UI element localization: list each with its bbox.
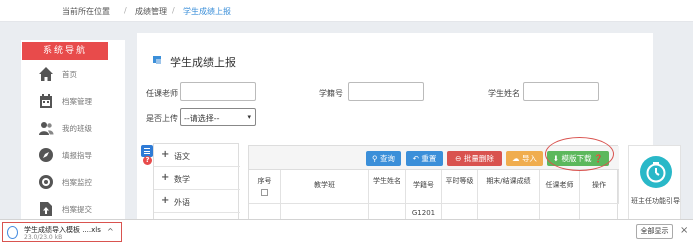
- subject-item-math[interactable]: + 数学: [154, 167, 240, 190]
- file-download-icon: [7, 226, 18, 239]
- highlight-annotation: [545, 137, 614, 171]
- guide-label: 班主任功能引导: [631, 197, 680, 205]
- plus-icon: +: [161, 172, 170, 183]
- teacher-input[interactable]: [180, 82, 256, 101]
- sidebar-item-label: 档案提交: [62, 205, 92, 214]
- download-file-size: 23.0/23.0 kB: [24, 234, 63, 241]
- student-name-input[interactable]: [523, 82, 599, 101]
- users-icon: [39, 122, 54, 135]
- file-upload-icon: [40, 202, 52, 216]
- minus-circle-icon: ⊖: [455, 154, 464, 163]
- header-class: 教学班: [281, 170, 369, 204]
- calendar-icon: [40, 94, 52, 108]
- breadcrumb-item-score-management[interactable]: 成绩管理: [135, 6, 167, 17]
- sidebar-item-home[interactable]: 首页: [21, 64, 125, 84]
- close-icon[interactable]: ×: [680, 225, 688, 236]
- home-icon: [39, 67, 53, 81]
- chevron-down-icon: ▾: [247, 113, 251, 121]
- query-button[interactable]: ⚲ 查询: [366, 151, 401, 166]
- page-title: 学生成绩上报: [170, 56, 236, 69]
- sidebar-title: 系统导航: [22, 42, 108, 60]
- uploaded-label: 是否上传: [146, 114, 178, 123]
- search-icon: ⚲: [372, 154, 380, 163]
- uploaded-select[interactable]: --请选择-- ▾: [180, 108, 256, 126]
- cloud-upload-icon: ☁: [512, 154, 522, 163]
- header-index: 序号: [249, 170, 281, 204]
- table-header: 序号 教学班 学生姓名 学籍号 平时等级 期末/结课成绩 任课老师 操作: [249, 170, 619, 204]
- student-id-input[interactable]: [348, 82, 424, 101]
- header-final-score: 期末/结课成绩: [478, 170, 540, 204]
- compass-icon: [39, 148, 53, 162]
- header-actions: 操作: [580, 170, 619, 204]
- student-name-label: 学生姓名: [488, 89, 520, 98]
- download-item[interactable]: 学生成绩导入模板 ....xls 23.0/23.0 kB ^: [2, 222, 122, 242]
- breadcrumb-location: 当前所在位置: [62, 7, 110, 16]
- show-all-button[interactable]: 全部显示: [636, 224, 673, 239]
- batch-delete-button[interactable]: ⊖ 批量删除: [447, 151, 502, 166]
- subject-list: + 语文 + 数学 + 外语: [153, 143, 240, 223]
- teacher-label: 任课老师: [146, 89, 178, 98]
- sidebar-item-archive-management[interactable]: 档案管理: [21, 91, 125, 111]
- chevron-up-icon[interactable]: ^: [107, 227, 114, 236]
- sidebar: 系统导航 首页 档案管理 我的班级 填报指导 档案监控 档案提交: [21, 40, 125, 230]
- header-regular-grade: 平时等级: [442, 170, 478, 204]
- guide-icon-circle: [640, 156, 672, 188]
- sidebar-item-label: 首页: [62, 70, 77, 79]
- sidebar-item-label: 档案管理: [62, 97, 92, 106]
- breadcrumb-separator: /: [124, 6, 127, 15]
- download-bar: 学生成绩导入模板 ....xls 23.0/23.0 kB ^ 全部显示 ×: [0, 219, 693, 243]
- sidebar-item-label: 档案监控: [62, 178, 92, 187]
- help-badge[interactable]: ?: [143, 156, 152, 165]
- sidebar-item-my-class[interactable]: 我的班级: [21, 118, 125, 138]
- sidebar-item-label: 我的班级: [62, 124, 92, 133]
- sidebar-item-fill-guide[interactable]: 填报指导: [21, 145, 125, 165]
- subject-item-chinese[interactable]: + 语文: [154, 144, 240, 167]
- top-bar: 当前所在位置 / 成绩管理 / 学生成绩上报: [0, 0, 693, 22]
- sidebar-item-archive-submit[interactable]: 档案提交: [21, 199, 125, 219]
- title-icon-accent: [156, 59, 161, 64]
- sidebar-item-archive-monitor[interactable]: 档案监控: [21, 172, 125, 192]
- uploaded-select-value: --请选择--: [184, 114, 220, 123]
- subject-label: 数学: [174, 175, 190, 184]
- student-id-label: 学籍号: [319, 89, 343, 98]
- subject-item-foreign-language[interactable]: + 外语: [154, 190, 240, 213]
- head-teacher-guide-widget[interactable]: 班主任功能引导: [628, 145, 681, 223]
- clock-icon: [646, 162, 666, 183]
- subject-label: 语文: [174, 152, 190, 161]
- subject-label: 外语: [174, 198, 190, 207]
- breadcrumb-separator: /: [172, 6, 175, 15]
- breadcrumb-item-current: 学生成绩上报: [183, 7, 231, 16]
- plus-icon: +: [161, 195, 170, 206]
- import-button[interactable]: ☁ 导入: [506, 151, 543, 166]
- reset-button[interactable]: ↶ 重置: [406, 151, 443, 166]
- plus-icon: +: [161, 149, 170, 160]
- header-student-name: 学生姓名: [369, 170, 406, 204]
- eye-icon: [39, 175, 53, 189]
- header-student-id: 学籍号: [406, 170, 442, 204]
- sidebar-item-label: 填报指导: [62, 151, 92, 160]
- select-all-checkbox[interactable]: [261, 189, 268, 196]
- header-teacher: 任课老师: [540, 170, 580, 204]
